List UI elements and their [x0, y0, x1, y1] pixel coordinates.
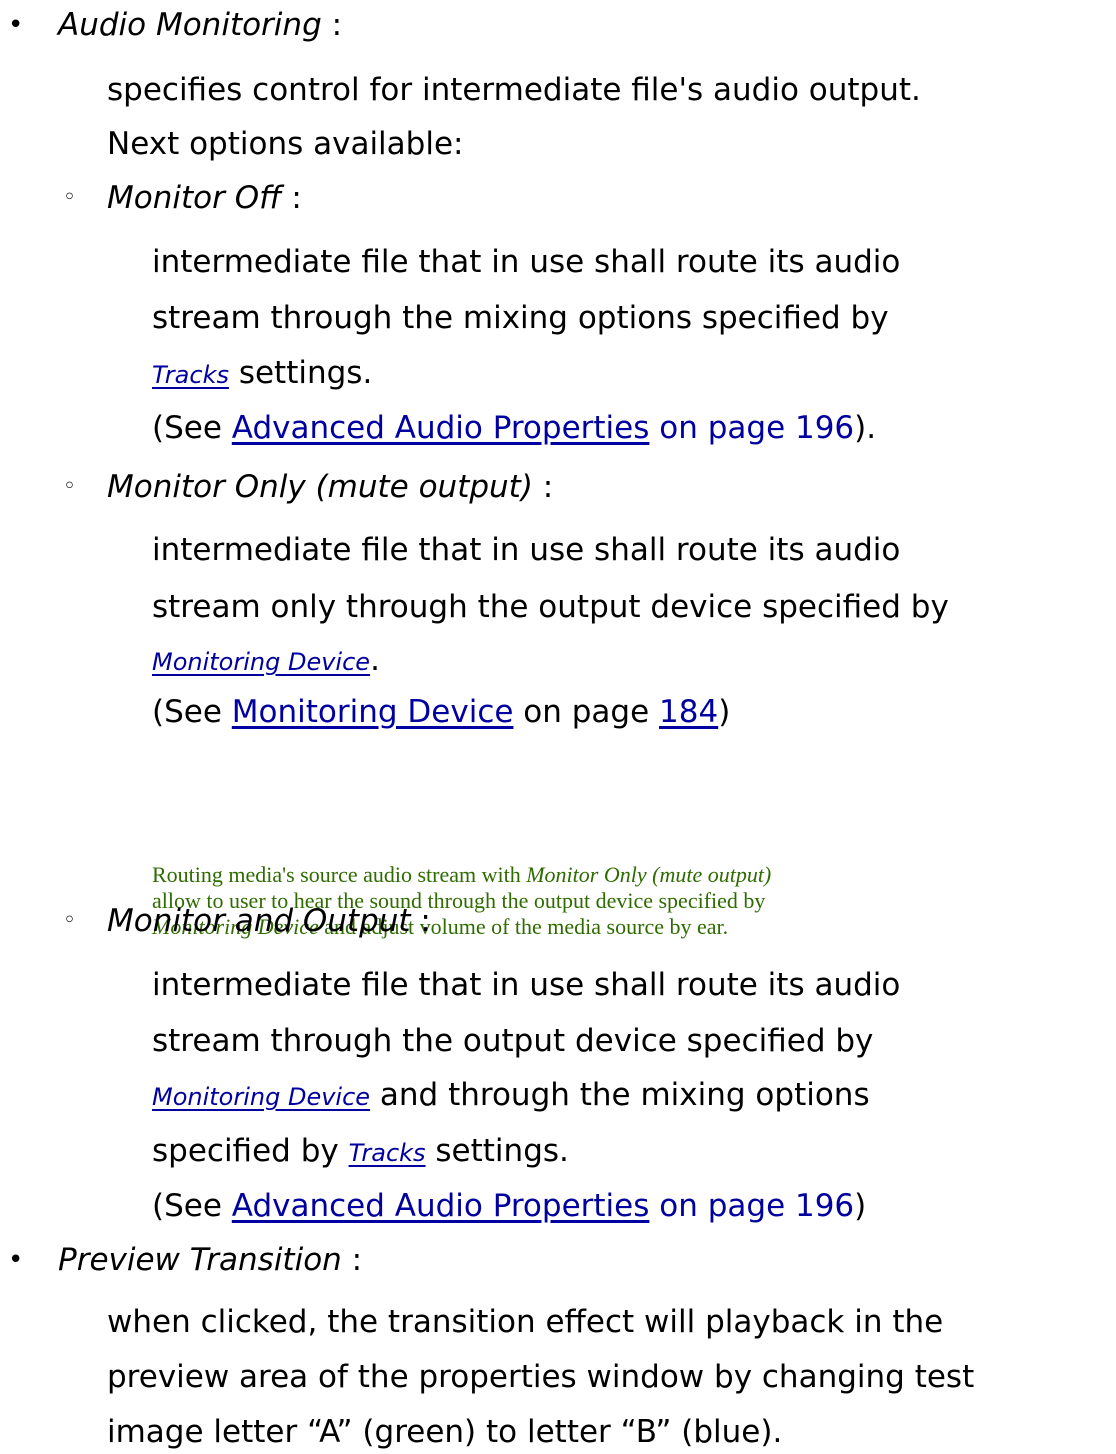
monitor-only-term: Monitor Only (mute output): [107, 469, 533, 505]
monitor-and-output-line2: stream through the output device specifi…: [152, 1023, 874, 1059]
tracks-link[interactable]: Tracks: [152, 361, 229, 389]
monitoring-device-link[interactable]: Monitoring Device: [152, 1083, 370, 1111]
monitor-and-output-line4: specified by Tracks settings.: [152, 1129, 569, 1175]
line-text: .: [370, 642, 380, 678]
separator: :: [410, 903, 431, 939]
monitor-only-see-also: (See Monitoring Device on page 184): [152, 690, 730, 734]
separator: :: [321, 7, 343, 43]
preview-transition-line3: image letter “A” (green) to letter “B” (…: [107, 1414, 783, 1450]
preview-transition-line1: when clicked, the transition effect will…: [107, 1304, 944, 1340]
monitor-only-heading: Monitor Only (mute output) :: [107, 465, 553, 509]
preview-transition-term: Preview Transition: [58, 1242, 342, 1278]
audio-monitoring-desc-line1: specifies control for intermediate file'…: [107, 72, 921, 108]
monitor-off-line1: intermediate file that in use shall rout…: [152, 244, 901, 280]
bullet-audio-monitoring: •: [8, 10, 24, 40]
line-text: and through the mixing options: [370, 1077, 870, 1113]
monitor-only-line2: stream only through the output device sp…: [152, 589, 949, 625]
monitoring-device-see-link[interactable]: Monitoring Device: [232, 694, 514, 730]
monitor-off-line3: Tracks settings.: [152, 351, 372, 397]
monitor-and-output-term: Monitor and Output: [107, 903, 411, 939]
bullet-monitor-and-output: ◦: [63, 908, 76, 933]
see-mid: on page: [513, 694, 660, 730]
preview-transition-line2: preview area of the properties window by…: [107, 1359, 975, 1395]
preview-transition-heading: Preview Transition :: [58, 1238, 362, 1282]
page-reference[interactable]: on page 196: [649, 1188, 854, 1224]
monitor-and-output-line1: intermediate file that in use shall rout…: [152, 967, 901, 1003]
tracks-link[interactable]: Tracks: [349, 1139, 426, 1167]
line-text: settings.: [228, 355, 373, 391]
audio-monitoring-desc-line2: Next options available:: [107, 126, 464, 162]
note-term: Monitor Only (mute output): [526, 862, 772, 887]
monitor-off-see-also: (See Advanced Audio Properties on page 1…: [152, 406, 876, 450]
bullet-monitor-off: ◦: [63, 185, 76, 210]
monitor-and-output-line3: Monitoring Device and through the mixing…: [152, 1073, 870, 1119]
line-text: settings.: [425, 1133, 569, 1169]
advanced-audio-properties-link[interactable]: Advanced Audio Properties: [232, 410, 650, 446]
note-text: Routing media's source audio stream with: [152, 862, 527, 887]
monitor-only-line3: Monitoring Device.: [152, 638, 380, 684]
see-close: ): [854, 1188, 867, 1224]
bullet-preview-transition: •: [8, 1245, 24, 1275]
monitor-and-output-see-also: (See Advanced Audio Properties on page 1…: [152, 1184, 866, 1228]
see-open: (See: [152, 1188, 232, 1224]
note-line1: Routing media's source audio stream with…: [152, 862, 771, 888]
monitoring-device-link[interactable]: Monitoring Device: [152, 648, 370, 676]
see-close: ): [718, 694, 731, 730]
advanced-audio-properties-link[interactable]: Advanced Audio Properties: [232, 1188, 650, 1224]
audio-monitoring-heading: Audio Monitoring :: [58, 3, 342, 47]
see-close: ).: [854, 410, 877, 446]
separator: :: [341, 1242, 363, 1278]
monitor-off-line2: stream through the mixing options specif…: [152, 300, 889, 336]
bullet-monitor-only: ◦: [63, 474, 76, 499]
monitor-off-heading: Monitor Off :: [107, 176, 302, 220]
separator: :: [281, 180, 302, 216]
monitor-off-term: Monitor Off: [107, 180, 282, 216]
page-reference[interactable]: on page 196: [649, 410, 854, 446]
audio-monitoring-term: Audio Monitoring: [58, 7, 322, 43]
monitor-and-output-heading: Monitor and Output :: [107, 899, 431, 943]
separator: :: [532, 469, 554, 505]
monitor-only-line1: intermediate file that in use shall rout…: [152, 532, 901, 568]
see-open: (See: [152, 694, 232, 730]
see-open: (See: [152, 410, 232, 446]
page-184-link[interactable]: 184: [659, 694, 718, 730]
line-text: specified by: [152, 1133, 349, 1169]
